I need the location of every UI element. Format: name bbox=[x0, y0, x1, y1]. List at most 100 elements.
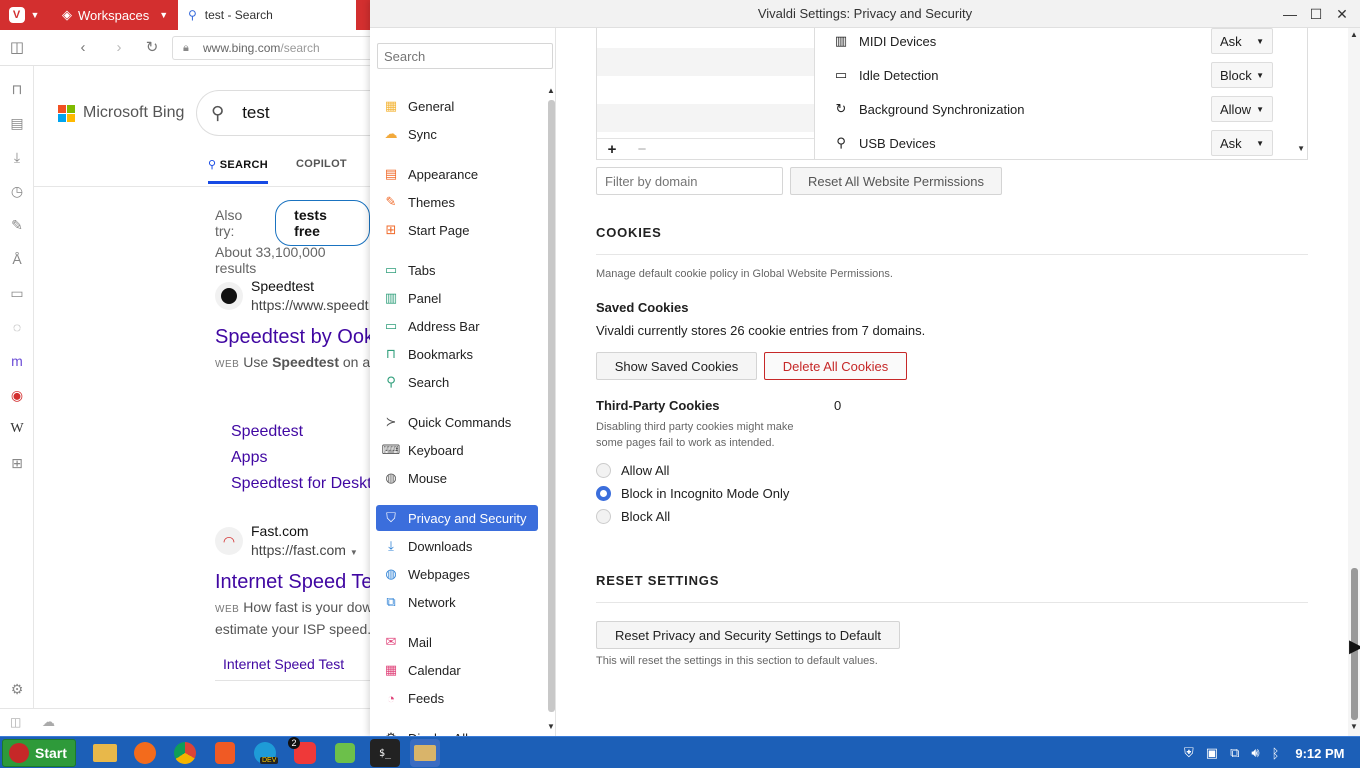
scroll-up-icon[interactable]: ▲ bbox=[1350, 30, 1358, 39]
sidebar-item-feeds[interactable]: ◔ Feeds bbox=[376, 685, 538, 711]
edge-dev-icon[interactable]: DEV bbox=[250, 739, 280, 767]
settings-search-input[interactable] bbox=[377, 43, 553, 69]
brave-icon[interactable] bbox=[210, 739, 240, 767]
scroll-down-icon[interactable]: ▼ bbox=[1297, 144, 1305, 153]
sidebar-item-keyboard[interactable]: ⌨ Keyboard bbox=[376, 437, 538, 463]
vivaldi-icon[interactable]: ◉ bbox=[8, 386, 26, 404]
sidebar-item-downloads[interactable]: ⤓ Downloads bbox=[376, 533, 538, 559]
radio-button[interactable] bbox=[596, 509, 611, 524]
back-icon[interactable]: ‹ bbox=[74, 39, 92, 57]
bluetooth-icon[interactable]: ᛒ bbox=[1272, 746, 1280, 761]
deep-link[interactable]: Speedtest for Deskt bbox=[231, 475, 370, 493]
sidebar-item-search[interactable]: ⚲ Search bbox=[376, 369, 538, 395]
scroll-down-icon[interactable]: ▼ bbox=[547, 722, 555, 731]
firefox-icon[interactable] bbox=[130, 739, 160, 767]
reset-privacy-button[interactable]: Reset Privacy and Security Settings to D… bbox=[596, 621, 900, 649]
vivaldi-menu-button[interactable]: V ▼ bbox=[0, 0, 48, 30]
tab-copilot[interactable]: COPILOT bbox=[296, 158, 347, 184]
radio-button-selected[interactable] bbox=[596, 486, 611, 501]
chat-icon[interactable]: ◌ bbox=[8, 318, 26, 336]
maximize-icon[interactable]: ☐ bbox=[1306, 4, 1326, 24]
filter-by-domain-input[interactable] bbox=[596, 167, 783, 195]
downloads-icon[interactable]: ⤓ bbox=[8, 148, 26, 166]
wikipedia-icon[interactable]: W bbox=[8, 420, 26, 438]
volume-icon[interactable]: 🔊︎ bbox=[1251, 745, 1259, 761]
calculator-icon[interactable] bbox=[330, 739, 360, 767]
sidebar-item-webpages[interactable]: ◍ Webpages bbox=[376, 561, 538, 587]
radio-block-incognito[interactable]: Block in Incognito Mode Only bbox=[596, 486, 789, 501]
bing-search-box[interactable]: ⚲ test bbox=[196, 90, 370, 136]
window-icon[interactable]: ▭ bbox=[8, 284, 26, 302]
permission-select[interactable]: Ask ▼ bbox=[1211, 28, 1273, 54]
site-row[interactable] bbox=[597, 48, 814, 76]
folder-icon[interactable] bbox=[410, 739, 440, 767]
tab-search[interactable]: ⚲ SEARCH bbox=[208, 158, 268, 184]
file-manager-icon[interactable] bbox=[90, 739, 120, 767]
result-url[interactable]: https://fast.com ▼ bbox=[251, 542, 358, 558]
result-title[interactable]: Speedtest by Ookl bbox=[215, 326, 370, 349]
forward-icon[interactable]: › bbox=[110, 39, 128, 57]
result-url[interactable]: https://www.speedt bbox=[251, 297, 369, 313]
also-try-chip[interactable]: tests free bbox=[275, 200, 370, 246]
vivaldi-taskbar-icon[interactable]: 2 bbox=[288, 737, 320, 767]
minimize-icon[interactable]: — bbox=[1280, 4, 1300, 24]
remove-site-button[interactable]: − bbox=[628, 140, 656, 160]
show-saved-cookies-button[interactable]: Show Saved Cookies bbox=[596, 352, 757, 380]
clipboard-icon[interactable]: ▣ bbox=[1206, 745, 1218, 761]
deep-link[interactable]: Apps bbox=[231, 449, 267, 467]
sidebar-item-bookmarks[interactable]: ⊓ Bookmarks bbox=[376, 341, 538, 367]
content-scrollbar[interactable]: ▲ ▼ bbox=[1348, 28, 1360, 736]
add-panel-icon[interactable]: ⊞ bbox=[8, 454, 26, 472]
permission-select[interactable]: Ask ▼ bbox=[1211, 130, 1273, 156]
sidebar-item-mail[interactable]: ✉ Mail bbox=[376, 629, 538, 655]
bing-logo[interactable]: Microsoft Bing bbox=[58, 104, 184, 122]
sidebar-item-themes[interactable]: ✎ Themes bbox=[376, 189, 538, 215]
panel-toggle-icon[interactable]: ◫ bbox=[8, 39, 26, 57]
sidebar-item-address-bar[interactable]: ▭ Address Bar bbox=[376, 313, 538, 339]
add-site-button[interactable]: + bbox=[598, 140, 626, 160]
url-field[interactable]: 🔒︎ www.bing.com/search bbox=[172, 36, 370, 60]
tab-active[interactable]: ⚲ test - Search bbox=[178, 0, 356, 30]
shield-icon[interactable]: ⛨ bbox=[1184, 745, 1194, 761]
result-title[interactable]: Internet Speed Te bbox=[215, 571, 370, 594]
translate-icon[interactable]: Å bbox=[8, 250, 26, 268]
sidebar-item-mouse[interactable]: ◍ Mouse bbox=[376, 465, 538, 491]
scroll-down-icon[interactable]: ▼ bbox=[1350, 722, 1358, 731]
network-icon[interactable]: ⧉ bbox=[1230, 745, 1239, 761]
radio-allow-all[interactable]: Allow All bbox=[596, 463, 669, 478]
reload-icon[interactable]: ↻ bbox=[143, 39, 161, 57]
sidebar-item-privacy-and-security[interactable]: ⛉ Privacy and Security bbox=[376, 505, 538, 531]
permission-select[interactable]: Allow ▼ bbox=[1211, 96, 1273, 122]
sidebar-item-network[interactable]: ⧉ Network bbox=[376, 589, 538, 615]
related-pill[interactable]: Internet Speed Test bbox=[223, 656, 344, 672]
bookmark-icon[interactable]: ⊓ bbox=[8, 80, 26, 98]
sidebar-item-tabs[interactable]: ▭ Tabs bbox=[376, 257, 538, 283]
sidebar-item-general[interactable]: ▦ General bbox=[376, 93, 538, 119]
history-icon[interactable]: ◷ bbox=[8, 182, 26, 200]
sidebar-item-panel[interactable]: ▥ Panel bbox=[376, 285, 538, 311]
site-row[interactable] bbox=[597, 76, 814, 104]
start-button[interactable]: Start bbox=[2, 739, 76, 767]
cloud-icon[interactable]: ☁ bbox=[42, 714, 55, 730]
nav-scrollbar[interactable]: ▲ ▼ bbox=[546, 86, 556, 736]
deep-link[interactable]: Speedtest bbox=[231, 423, 303, 441]
scroll-up-icon[interactable]: ▲ bbox=[547, 86, 555, 95]
chrome-icon[interactable] bbox=[170, 739, 200, 767]
sidebar-item-calendar[interactable]: ▦ Calendar bbox=[376, 657, 538, 683]
panel-toggle-icon[interactable]: ◫ bbox=[10, 715, 21, 729]
permission-select[interactable]: Block ▼ bbox=[1211, 62, 1273, 88]
radio-block-all[interactable]: Block All bbox=[596, 509, 670, 524]
site-row[interactable] bbox=[597, 104, 814, 132]
delete-all-cookies-button[interactable]: Delete All Cookies bbox=[764, 352, 907, 380]
sidebar-item-quick-commands[interactable]: ≻ Quick Commands bbox=[376, 409, 538, 435]
terminal-icon[interactable]: $_ bbox=[370, 739, 400, 767]
sidebar-item-sync[interactable]: ☁ Sync bbox=[376, 121, 538, 147]
mastodon-icon[interactable]: m bbox=[8, 352, 26, 370]
nav-scroll-thumb[interactable] bbox=[548, 100, 555, 712]
notes-icon[interactable]: ✎ bbox=[8, 216, 26, 234]
gear-icon[interactable]: ⚙ bbox=[8, 680, 26, 698]
radio-button[interactable] bbox=[596, 463, 611, 478]
workspaces-button[interactable]: ◈ Workspaces ▼ bbox=[48, 0, 178, 30]
clock[interactable]: 9:12 PM bbox=[1295, 746, 1344, 761]
sidebar-item-start-page[interactable]: ⊞ Start Page bbox=[376, 217, 538, 243]
